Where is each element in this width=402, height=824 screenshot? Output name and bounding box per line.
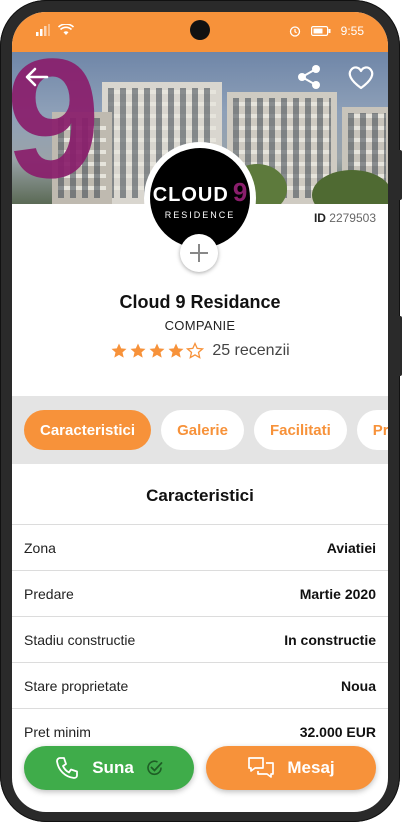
logo-word: CLOUD <box>152 183 229 206</box>
row-label: Pret minim <box>24 723 91 740</box>
listing-id-value: 2279503 <box>329 211 376 225</box>
logo-numeral: 9 <box>232 176 248 207</box>
row-label: Stadiu constructie <box>24 631 136 648</box>
back-button[interactable] <box>22 62 52 92</box>
share-button[interactable] <box>294 62 324 92</box>
status-left <box>36 24 74 36</box>
logo-subtext: RESIDENCE <box>164 209 236 220</box>
logo-wordmark: CLOUD 9 <box>153 177 248 208</box>
row-label: Stare proprietate <box>24 677 129 694</box>
favorite-button[interactable] <box>346 62 376 92</box>
wifi-icon <box>58 24 74 35</box>
call-label: Suna <box>92 758 134 777</box>
characteristics-table: Zona Aviatiei Predare Martie 2020 Stadiu… <box>12 524 388 754</box>
arrow-left-icon <box>25 67 49 87</box>
share-icon <box>298 65 320 89</box>
star-filled-icon <box>130 343 146 358</box>
listing-id: ID 2279503 <box>314 211 376 225</box>
reviews-count[interactable]: 25 recenzii <box>212 342 289 360</box>
tab-caracteristici[interactable]: Caracteristici <box>24 410 152 450</box>
status-bar: 9:55 <box>12 12 388 52</box>
phone-icon <box>56 757 79 779</box>
tab-galerie[interactable]: Galerie <box>161 410 244 450</box>
table-row: Stare proprietate Noua <box>12 662 388 708</box>
volume-button <box>397 150 402 200</box>
tabs: Caracteristici Galerie Facilitati Propri… <box>24 410 388 450</box>
signal-icon <box>36 24 50 36</box>
table-row: Predare Martie 2020 <box>12 570 388 616</box>
rating[interactable]: 25 recenzii <box>12 342 388 360</box>
screen: 9:55 9 CLOUD 9 RESIDENCE ID 2279503 Clou… <box>12 12 388 812</box>
check-circle-icon <box>147 760 163 776</box>
front-camera <box>190 20 210 40</box>
tab-facilitati[interactable]: Facilitati <box>253 410 347 450</box>
row-value: Noua <box>341 677 376 694</box>
row-value: Martie 2020 <box>299 585 376 602</box>
plus-icon <box>190 244 208 262</box>
row-label: Predare <box>24 585 74 602</box>
call-button[interactable]: Suna <box>24 746 194 790</box>
row-value: 32.000 EUR <box>299 723 376 740</box>
row-label: Zona <box>24 539 56 556</box>
rating-stars <box>110 342 205 360</box>
listing-id-prefix: ID <box>313 211 326 225</box>
status-right: 9:55 <box>289 24 364 38</box>
row-value: In constructie <box>284 631 376 648</box>
tab-bar: Caracteristici Galerie Facilitati Propri… <box>12 396 388 464</box>
company-type: COMPANIE <box>164 318 236 333</box>
chat-icon <box>248 757 275 778</box>
star-filled-icon <box>149 343 165 358</box>
star-empty-icon <box>186 342 205 359</box>
logo-badge: CLOUD 9 RESIDENCE <box>150 148 250 248</box>
star-filled-icon <box>168 343 184 358</box>
section-title: Caracteristici <box>146 486 254 505</box>
row-value: Aviatiei <box>326 539 376 556</box>
table-row: Stadiu constructie In constructie <box>12 616 388 662</box>
message-button[interactable]: Mesaj <box>206 746 376 790</box>
status-time: 9:55 <box>340 24 364 38</box>
star-filled-icon <box>111 343 127 358</box>
table-row: Zona Aviatiei <box>12 524 388 570</box>
alarm-icon <box>289 26 300 37</box>
heart-icon <box>348 66 374 90</box>
power-button <box>397 316 402 376</box>
message-label: Mesaj <box>287 758 335 777</box>
battery-icon <box>310 26 331 36</box>
page-title: Cloud 9 Residance <box>119 292 281 312</box>
tab-proprietati[interactable]: Proprietati <box>356 410 388 450</box>
phone-frame: 9:55 9 CLOUD 9 RESIDENCE ID 2279503 Clou… <box>0 0 402 822</box>
add-button[interactable] <box>180 234 218 272</box>
